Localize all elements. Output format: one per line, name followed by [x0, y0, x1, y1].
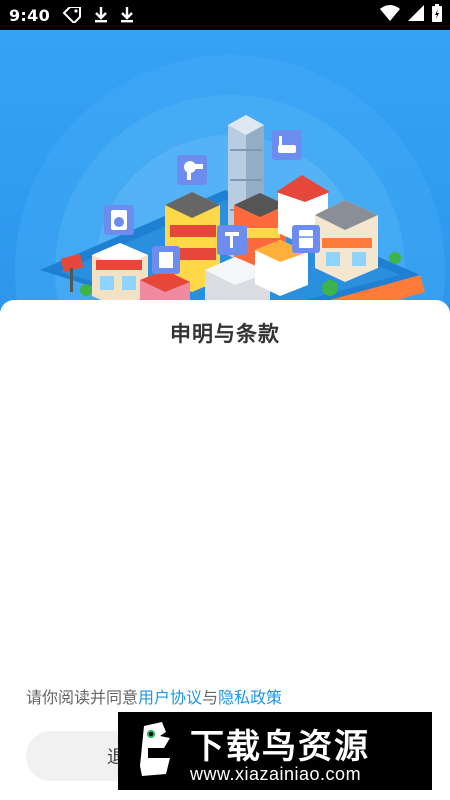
user-agreement-link[interactable]: 用户协议	[138, 688, 202, 707]
shop-building	[92, 243, 148, 308]
download-icon	[120, 7, 134, 23]
store-building	[315, 200, 378, 282]
bathtub-icon	[272, 130, 302, 160]
hair-dryer-icon	[177, 155, 207, 185]
agreement-connector: 与	[202, 688, 219, 707]
status-time: 9:40	[9, 5, 50, 25]
download-icon	[94, 7, 108, 23]
hero-illustration	[0, 30, 450, 320]
wifi-icon	[380, 5, 400, 25]
watermark-banner: 下载鸟资源 www.xiazainiao.com	[118, 712, 432, 790]
fridge-icon	[292, 225, 320, 253]
battery-icon	[432, 4, 442, 26]
agreement-text: 请你阅读并同意用户协议与隐私政策	[26, 684, 282, 708]
washing-machine-icon	[104, 205, 134, 235]
trash-bin-icon	[152, 246, 180, 274]
dialog-title: 申明与条款	[170, 322, 280, 346]
watermark-url: www.xiazainiao.com	[190, 764, 362, 784]
agreement-prefix: 请你阅读并同意	[26, 688, 139, 707]
bird-logo-icon	[140, 722, 170, 776]
privacy-policy-link[interactable]: 隐私政策	[218, 688, 282, 707]
signal-icon	[408, 5, 424, 25]
tag-icon	[62, 7, 82, 23]
shower-icon	[217, 225, 247, 255]
status-bar: 9:40	[0, 0, 450, 30]
watermark-title: 下载鸟资源	[190, 727, 370, 767]
